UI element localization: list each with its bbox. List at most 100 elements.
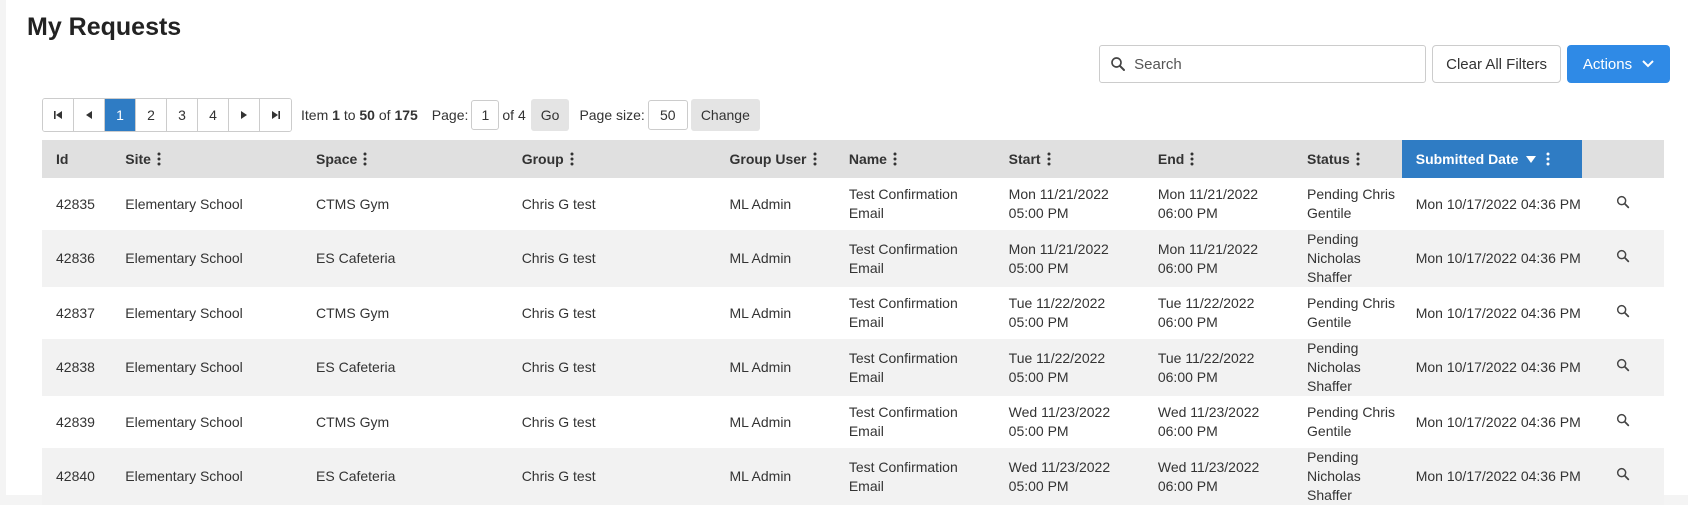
header-group-label: Group xyxy=(521,151,564,167)
kebab-icon[interactable] xyxy=(813,152,817,166)
cell-site: Elementary School xyxy=(125,468,243,484)
header-submitted-date[interactable]: Submitted Date xyxy=(1401,140,1582,178)
table-row[interactable]: 42838 Elementary School ES Cafeteria Chris … xyxy=(42,339,1664,396)
cell-site: Elementary School xyxy=(125,413,243,430)
cell-id: 42836 xyxy=(56,250,95,266)
item-of-word: of xyxy=(378,107,391,123)
header-space[interactable]: Space xyxy=(302,140,508,178)
header-submitted-date-label: Submitted Date xyxy=(1415,151,1519,167)
cell-name: Test Confirmation Email xyxy=(848,458,958,494)
header-id[interactable]: Id xyxy=(42,140,111,178)
kebab-icon[interactable] xyxy=(1546,152,1550,166)
table-row[interactable]: 42835 Elementary School CTMS Gym Chris G te… xyxy=(42,178,1664,230)
actions-button[interactable]: Actions xyxy=(1567,45,1670,83)
magnifier-icon[interactable] xyxy=(1615,357,1631,373)
cell-status: Pending Chris Gentile xyxy=(1307,295,1395,330)
go-button[interactable]: Go xyxy=(530,99,570,131)
header-start-label: Start xyxy=(1008,151,1041,167)
cell-id: 42839 xyxy=(56,413,95,430)
cell-name: Test Confirmation Email xyxy=(848,240,958,276)
table-row[interactable]: 42837 Elementary School CTMS Gym Chris G te… xyxy=(42,287,1664,339)
cell-status: Pending Nicholas Shaffer xyxy=(1307,340,1361,394)
page-button-4[interactable]: 4 xyxy=(198,99,229,131)
cell-status: Pending Chris Gentile xyxy=(1307,186,1395,221)
cell-group: Chris G test xyxy=(521,304,596,321)
header-name[interactable]: Name xyxy=(835,140,995,178)
page-label: Page: xyxy=(431,107,469,123)
page-button-2[interactable]: 2 xyxy=(136,99,167,131)
view-cell[interactable] xyxy=(1582,448,1664,505)
cell-end: Wed 11/23/2022 06:00 PM xyxy=(1157,458,1260,494)
header-group-user[interactable]: Group User xyxy=(715,140,834,178)
magnifier-icon[interactable] xyxy=(1615,466,1631,482)
kebab-icon[interactable] xyxy=(363,152,367,166)
change-button[interactable]: Change xyxy=(690,99,760,131)
last-page-button[interactable] xyxy=(260,99,291,131)
header-group-user-label: Group User xyxy=(729,151,807,167)
header-group[interactable]: Group xyxy=(508,140,716,178)
table-row[interactable]: 42839 Elementary School CTMS Gym Chris G te… xyxy=(42,396,1664,448)
cell-submitted: Mon 10/17/2022 04:36 PM xyxy=(1415,250,1581,266)
view-cell[interactable] xyxy=(1582,339,1664,396)
requests-table: Id Site Space Group Group User Name Star… xyxy=(42,140,1664,505)
magnifier-icon[interactable] xyxy=(1615,412,1631,428)
next-page-button[interactable] xyxy=(229,99,260,131)
table-row[interactable]: 42840 Elementary School ES Cafeteria Chris … xyxy=(42,448,1664,505)
first-page-icon xyxy=(54,111,62,119)
table-row[interactable]: 42836 Elementary School ES Cafeteria Chris … xyxy=(42,230,1664,287)
cell-name: Test Confirmation Email xyxy=(848,295,958,330)
view-cell[interactable] xyxy=(1582,230,1664,287)
search-input[interactable] xyxy=(1132,46,1422,82)
page-button-1[interactable]: 1 xyxy=(105,99,136,131)
header-end[interactable]: End xyxy=(1144,140,1293,178)
header-space-label: Space xyxy=(316,151,358,167)
kebab-icon[interactable] xyxy=(1190,152,1194,166)
cell-group-user: ML Admin xyxy=(729,195,792,212)
toolbar: Clear All Filters Actions xyxy=(1099,45,1670,83)
header-status[interactable]: Status xyxy=(1293,140,1402,178)
magnifier-icon[interactable] xyxy=(1615,303,1631,319)
cell-id: 42840 xyxy=(56,468,95,484)
cell-submitted: Mon 10/17/2022 04:36 PM xyxy=(1415,468,1581,484)
chevron-down-icon xyxy=(1642,60,1654,68)
view-cell[interactable] xyxy=(1582,178,1664,230)
view-cell[interactable] xyxy=(1582,396,1664,448)
prev-page-icon xyxy=(86,111,92,119)
header-end-label: End xyxy=(1157,151,1185,167)
cell-space: ES Cafeteria xyxy=(316,359,396,375)
header-site-label: Site xyxy=(125,151,151,167)
last-page-icon xyxy=(271,111,280,119)
cell-name: Test Confirmation Email xyxy=(848,186,958,221)
header-site[interactable]: Site xyxy=(111,140,302,178)
kebab-icon[interactable] xyxy=(1356,152,1360,166)
page-size-label: Page size: xyxy=(579,107,645,123)
view-cell[interactable] xyxy=(1582,287,1664,339)
kebab-icon[interactable] xyxy=(1047,152,1051,166)
kebab-icon[interactable] xyxy=(157,152,161,166)
page-title: My Requests xyxy=(27,13,182,41)
cell-group: Chris G test xyxy=(521,195,596,212)
cell-group: Chris G test xyxy=(521,413,596,430)
item-range-info: Item 1 to 50 of 175 xyxy=(301,107,418,123)
cell-group-user: ML Admin xyxy=(729,304,792,321)
magnifier-icon[interactable] xyxy=(1615,194,1631,210)
page-number-input[interactable] xyxy=(471,100,500,130)
cell-start: Tue 11/22/2022 05:00 PM xyxy=(1008,295,1106,330)
search-box[interactable] xyxy=(1099,45,1427,83)
cell-space: ES Cafeteria xyxy=(316,250,396,266)
magnifier-icon[interactable] xyxy=(1615,248,1631,264)
page-button-3[interactable]: 3 xyxy=(167,99,198,131)
cell-group: Chris G test xyxy=(521,468,596,484)
table-header-row: Id Site Space Group Group User Name Star… xyxy=(42,140,1664,178)
page: My Requests Clear All Filters Actions 1 … xyxy=(6,0,1688,505)
cell-site: Elementary School xyxy=(125,304,243,321)
kebab-icon[interactable] xyxy=(893,152,897,166)
first-page-button[interactable] xyxy=(43,99,74,131)
prev-page-button[interactable] xyxy=(74,99,105,131)
clear-all-filters-button[interactable]: Clear All Filters xyxy=(1432,45,1561,83)
page-size-input[interactable] xyxy=(647,100,688,130)
header-start[interactable]: Start xyxy=(995,140,1144,178)
cell-start: Wed 11/23/2022 05:00 PM xyxy=(1008,458,1111,494)
kebab-icon[interactable] xyxy=(570,152,574,166)
cell-id: 42838 xyxy=(56,359,95,375)
